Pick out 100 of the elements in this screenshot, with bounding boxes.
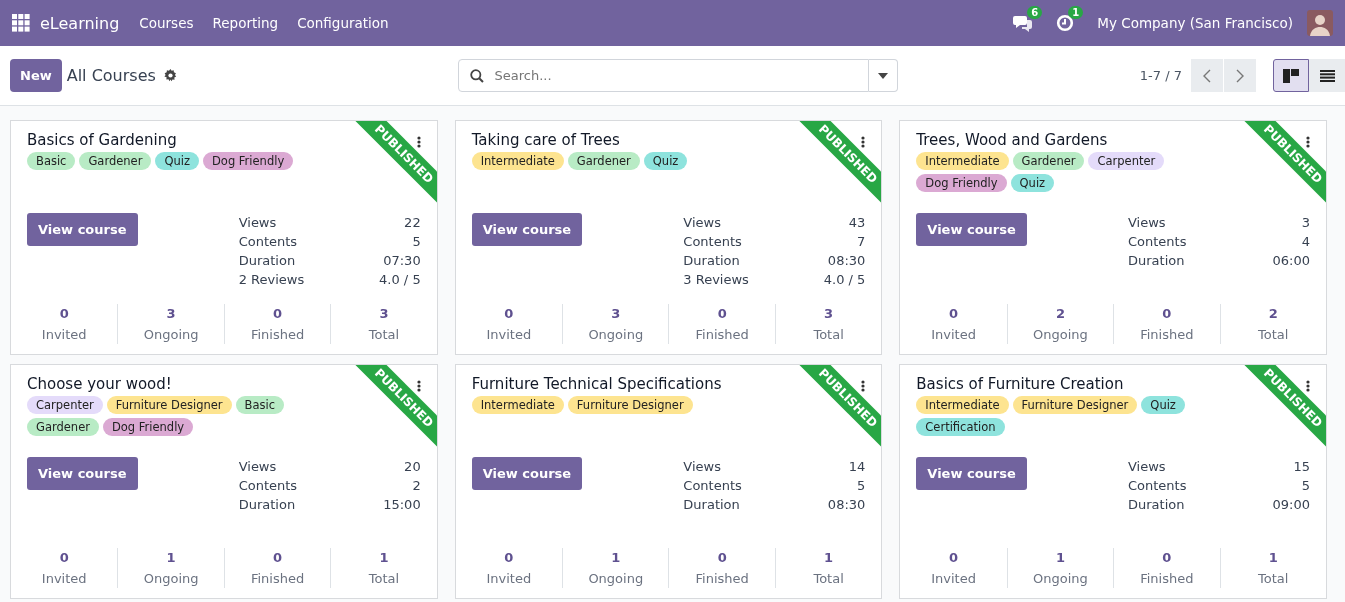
course-tag: Intermediate [916,152,1009,170]
count-value: 2 [1268,306,1278,321]
course-title: Taking care of Trees [471,131,620,149]
stat-label: Views [238,459,278,474]
chat-icon[interactable] [1013,14,1034,32]
stat-label: Contents [238,234,299,249]
activity-count-badge: 1 [1068,6,1084,19]
stat-label: Views [1128,215,1167,230]
count-label: Invited [931,571,976,586]
count-value: 2 [1055,306,1065,321]
count-value: 0 [949,550,959,565]
stat-label: Contents [1128,478,1187,493]
count-label: Total [368,571,400,586]
view-course-button[interactable]: View course [27,457,138,490]
app-grid-icon[interactable] [12,14,30,32]
course-tag: Furniture Designer [1012,396,1138,414]
course-tag: Quiz [643,152,688,170]
count-label: Ongoing [588,571,644,586]
more-options-icon[interactable] [416,380,421,392]
clock-icon[interactable] [1056,14,1075,32]
pager-value[interactable]: 1-7 / 7 [1139,68,1182,83]
chevron-left-icon [1203,68,1211,83]
course-tag: Intermediate [916,396,1009,414]
search-dropdown-toggle[interactable] [868,59,898,92]
course-tag: Furniture Designer [567,396,693,414]
count-value: 0 [717,550,727,565]
search-field[interactable]: Search... [457,59,869,92]
count-label: Invited [41,571,87,586]
count-value: 3 [611,306,621,321]
view-course-button[interactable]: View course [916,213,1027,246]
count-value: 0 [949,306,959,321]
stat-label: Views [683,459,722,474]
view-course-button[interactable]: View course [916,457,1027,490]
count-value: 3 [379,306,389,321]
menu-item[interactable]: Reporting [212,15,279,31]
count-label: Ongoing [588,327,644,342]
course-tag: Dog Friendly [203,152,294,170]
stat-value: 5 [411,234,421,249]
course-tag: Gardener [27,418,99,436]
course-tag: Carpenter [1088,152,1165,170]
more-options-icon[interactable] [861,136,866,148]
list-view-button[interactable] [1309,59,1345,92]
count-label: Invited [486,327,532,342]
count-value: 0 [717,306,727,321]
user-avatar[interactable] [1307,10,1333,36]
count-value: 0 [59,306,69,321]
stat-label: Contents [683,478,742,493]
more-options-icon[interactable] [1306,380,1310,392]
stat-value: 2 [411,478,421,493]
count-label: Ongoing [1033,327,1088,342]
settings-icon[interactable] [163,69,177,82]
app-name[interactable]: eLearning [40,13,120,33]
course-tag: Gardener [1012,152,1085,170]
new-button[interactable]: New [10,59,62,92]
stat-value: 4 [1300,234,1310,249]
more-options-icon[interactable] [1306,136,1310,148]
menu-item[interactable]: Courses [139,15,194,31]
count-label: Ongoing [143,571,199,586]
count-label: Finished [1140,327,1194,342]
count-value: 3 [166,306,176,321]
count-label: Total [1258,327,1289,342]
count-value: 0 [1162,306,1172,321]
count-label: Finished [250,327,305,342]
course-title: Trees, Wood and Gardens [916,131,1108,149]
stat-label: Contents [238,478,298,493]
kanban-view-button[interactable] [1273,59,1309,92]
count-value: 1 [379,550,389,565]
course-tag: Furniture Designer [106,396,232,414]
count-label: Total [813,571,844,586]
stat-label: Views [683,215,722,230]
stat-value: 5 [856,478,866,493]
course-tag: Basic [27,152,76,170]
stat-value: 7 [856,234,866,249]
course-title: Basics of Furniture Creation [916,375,1124,393]
breadcrumb-title: All Courses [66,66,156,85]
view-course-button[interactable]: View course [27,213,138,246]
course-tag: Carpenter [27,396,103,414]
course-tag: Dog Friendly [916,174,1007,192]
stat-value: 4.0 / 5 [823,272,866,287]
stat-label: Duration [238,497,297,512]
stat-label: 3 Reviews [683,272,749,287]
count-value: 1 [1268,550,1278,565]
stat-value: 4.0 / 5 [379,272,421,287]
more-options-icon[interactable] [861,380,866,392]
count-value: 0 [1162,550,1172,565]
stat-value: 43 [847,215,866,230]
view-course-button[interactable]: View course [471,457,583,490]
count-value: 3 [824,306,834,321]
company-switcher[interactable]: My Company (San Francisco) [1097,15,1293,31]
stat-label: 2 Reviews [238,272,305,287]
count-value: 1 [166,550,176,565]
course-tag: Intermediate [471,152,564,170]
menu-item[interactable]: Configuration [297,15,389,31]
more-options-icon[interactable] [416,136,421,148]
list-icon [1319,69,1335,82]
view-course-button[interactable]: View course [471,213,583,246]
count-label: Invited [486,571,532,586]
stat-value: 09:00 [1272,497,1310,512]
kanban-icon [1283,68,1299,83]
stat-label: Duration [1128,253,1186,268]
